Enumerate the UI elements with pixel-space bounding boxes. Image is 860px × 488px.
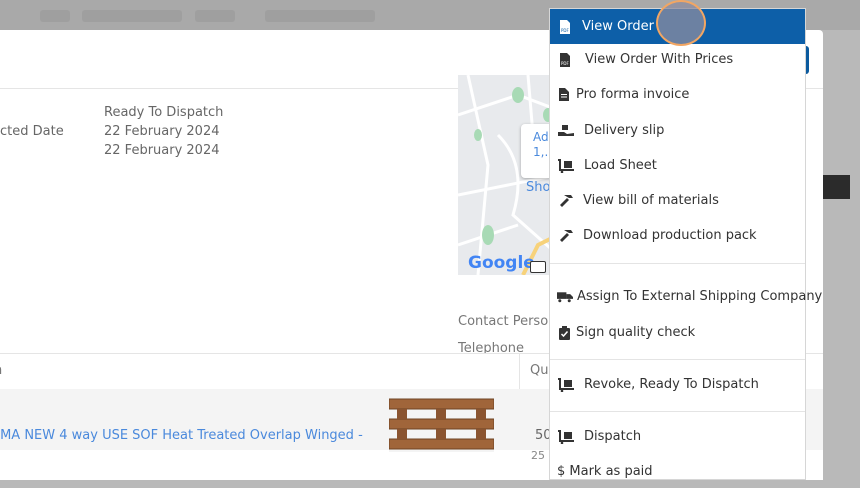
- pdf-icon: PDF: [557, 19, 573, 35]
- status-value: Ready To Dispatch: [104, 105, 223, 120]
- menu-item-dispatch[interactable]: Dispatch: [550, 420, 805, 453]
- breadcrumb-blur: [195, 10, 235, 22]
- right-edge: [806, 40, 823, 480]
- menu-item-load-sheet[interactable]: Load Sheet: [550, 149, 805, 182]
- menu-item-label: Delivery slip: [584, 123, 664, 138]
- expected-date-value: 22 February 2024: [104, 124, 220, 139]
- truck-loading-icon: [558, 377, 574, 393]
- actions-button-edge[interactable]: [806, 46, 809, 74]
- truck-loading-icon: [558, 158, 574, 174]
- menu-item-label: View Order: [582, 19, 654, 34]
- menu-item-sign-quality-check[interactable]: Sign quality check: [550, 316, 805, 349]
- menu-item-view-order-with-prices[interactable]: PDF View Order With Prices: [550, 43, 805, 76]
- pallet-image: [389, 397, 494, 452]
- menu-item-assign-external-shipping[interactable]: Assign To External Shipping Company: [550, 280, 805, 313]
- hand-delivery-icon: [558, 123, 574, 139]
- menu-item-delivery-slip[interactable]: Delivery slip: [550, 114, 805, 147]
- dark-button-edge[interactable]: [823, 175, 850, 199]
- clipboard-check-icon: [556, 325, 572, 341]
- menu-item-pro-forma-invoice[interactable]: Pro forma invoice: [550, 78, 805, 111]
- menu-item-label: View bill of materials: [583, 193, 719, 208]
- menu-item-label: View Order With Prices: [585, 52, 733, 67]
- menu-item-label: Revoke, Ready To Dispatch: [584, 377, 759, 392]
- menu-item-label: Dispatch: [584, 429, 641, 444]
- shipping-truck-icon: [557, 289, 573, 305]
- column-divider: [519, 354, 520, 390]
- menu-item-label: Download production pack: [583, 228, 757, 243]
- menu-divider: [550, 263, 805, 264]
- menu-item-download-production-pack[interactable]: Download production pack: [550, 219, 805, 252]
- breadcrumb-blur: [82, 10, 182, 22]
- menu-item-label: $ Mark as paid: [557, 464, 653, 479]
- keyboard-icon[interactable]: [530, 261, 546, 273]
- google-logo: Google: [468, 253, 535, 273]
- menu-item-label: Assign To External Shipping Company: [577, 289, 822, 304]
- breadcrumb-blur: [40, 10, 70, 22]
- svg-text:PDF: PDF: [561, 61, 569, 66]
- column-header-item: n: [0, 363, 2, 378]
- menu-divider: [550, 359, 805, 360]
- product-link[interactable]: GMA NEW 4 way USE SOF Heat Treated Overl…: [0, 428, 363, 443]
- click-indicator: [656, 0, 706, 46]
- menu-item-label: Sign quality check: [576, 325, 695, 340]
- menu-item-label: Load Sheet: [584, 158, 657, 173]
- truck-loading-icon: [558, 429, 574, 445]
- menu-item-mark-as-paid[interactable]: $ Mark as paid: [550, 455, 805, 488]
- document-icon: [556, 87, 572, 103]
- pdf-icon: PDF: [557, 52, 573, 68]
- map-widget[interactable]: Ad 1,.. Sho Google: [458, 75, 558, 275]
- menu-item-label: Pro forma invoice: [576, 87, 689, 102]
- date-value: 22 February 2024: [104, 143, 220, 158]
- contact-person-label: Contact Person: [458, 314, 556, 329]
- hammer-icon: [558, 193, 574, 209]
- actions-dropdown-menu: PDF View Order PDF View Order With Price…: [549, 8, 806, 480]
- menu-divider: [550, 411, 805, 412]
- svg-text:PDF: PDF: [561, 28, 569, 33]
- breadcrumb-blur: [265, 10, 375, 22]
- menu-item-view-bill-of-materials[interactable]: View bill of materials: [550, 184, 805, 217]
- map-road-label: Sho: [526, 180, 550, 195]
- expected-date-label: ected Date: [0, 124, 64, 139]
- hammer-icon: [558, 228, 574, 244]
- backdrop-right: [823, 30, 860, 480]
- menu-item-revoke-ready-to-dispatch[interactable]: Revoke, Ready To Dispatch: [550, 368, 805, 401]
